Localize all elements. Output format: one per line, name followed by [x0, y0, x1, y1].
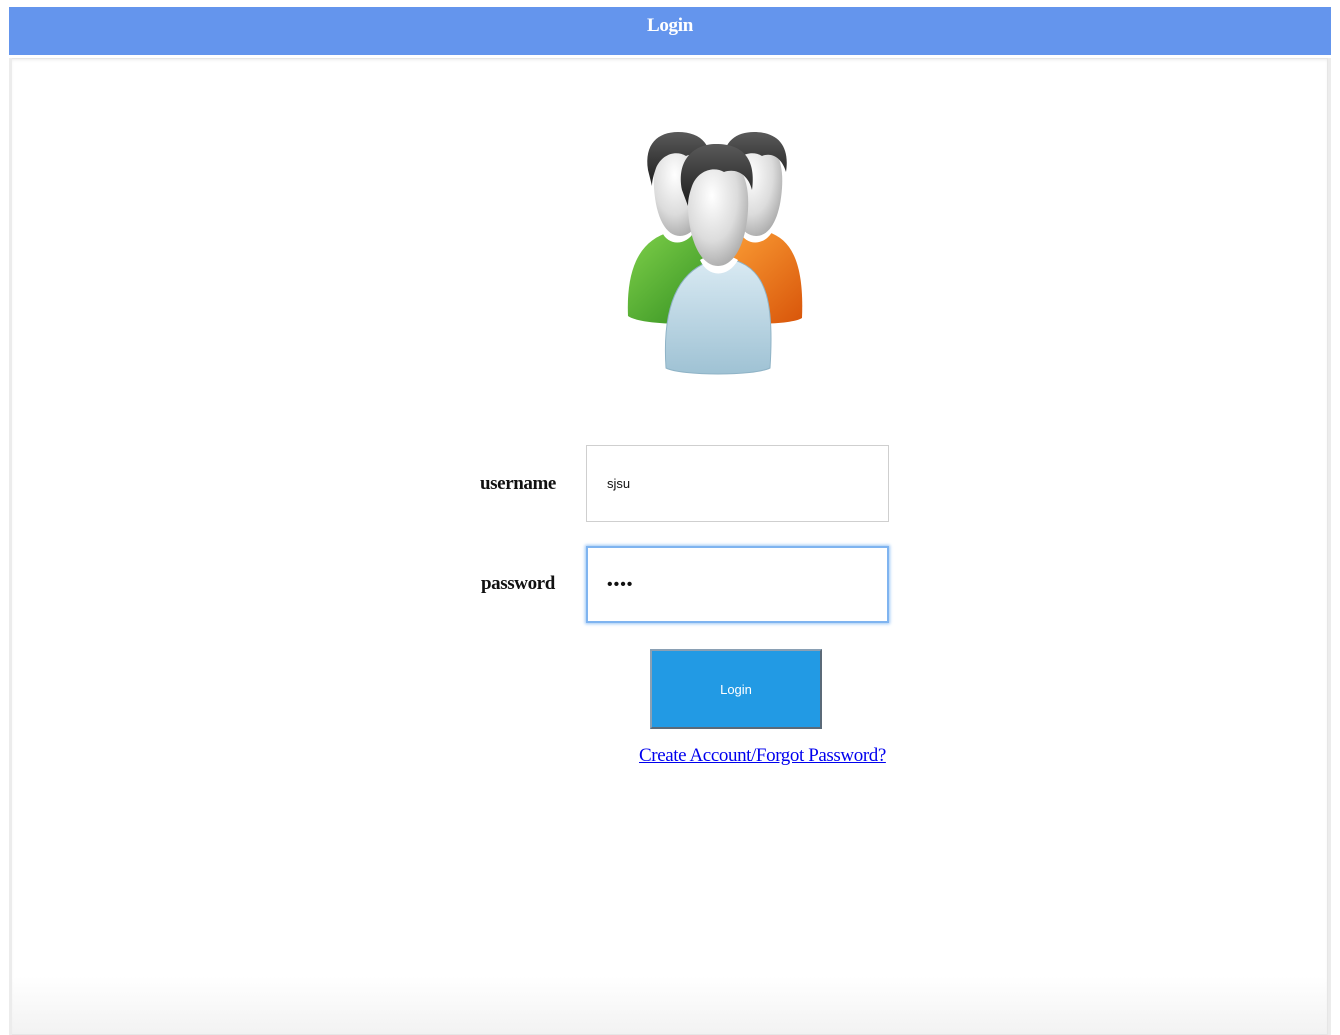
create-account-forgot-password-link[interactable]: Create Account/Forgot Password? [639, 745, 886, 767]
username-input[interactable] [586, 445, 889, 522]
user-group-icon [627, 132, 803, 375]
page: Login username sjsu password •••• Login … [0, 0, 1340, 1035]
panel-left-border [9, 58, 12, 1035]
username-label: username [480, 473, 556, 494]
login-button[interactable]: Login [650, 649, 822, 729]
password-label: password [481, 573, 555, 594]
page-title: Login [646, 15, 694, 36]
panel-right-border [1328, 58, 1331, 1035]
header-bar: Login [9, 7, 1331, 55]
password-input[interactable] [586, 546, 889, 623]
